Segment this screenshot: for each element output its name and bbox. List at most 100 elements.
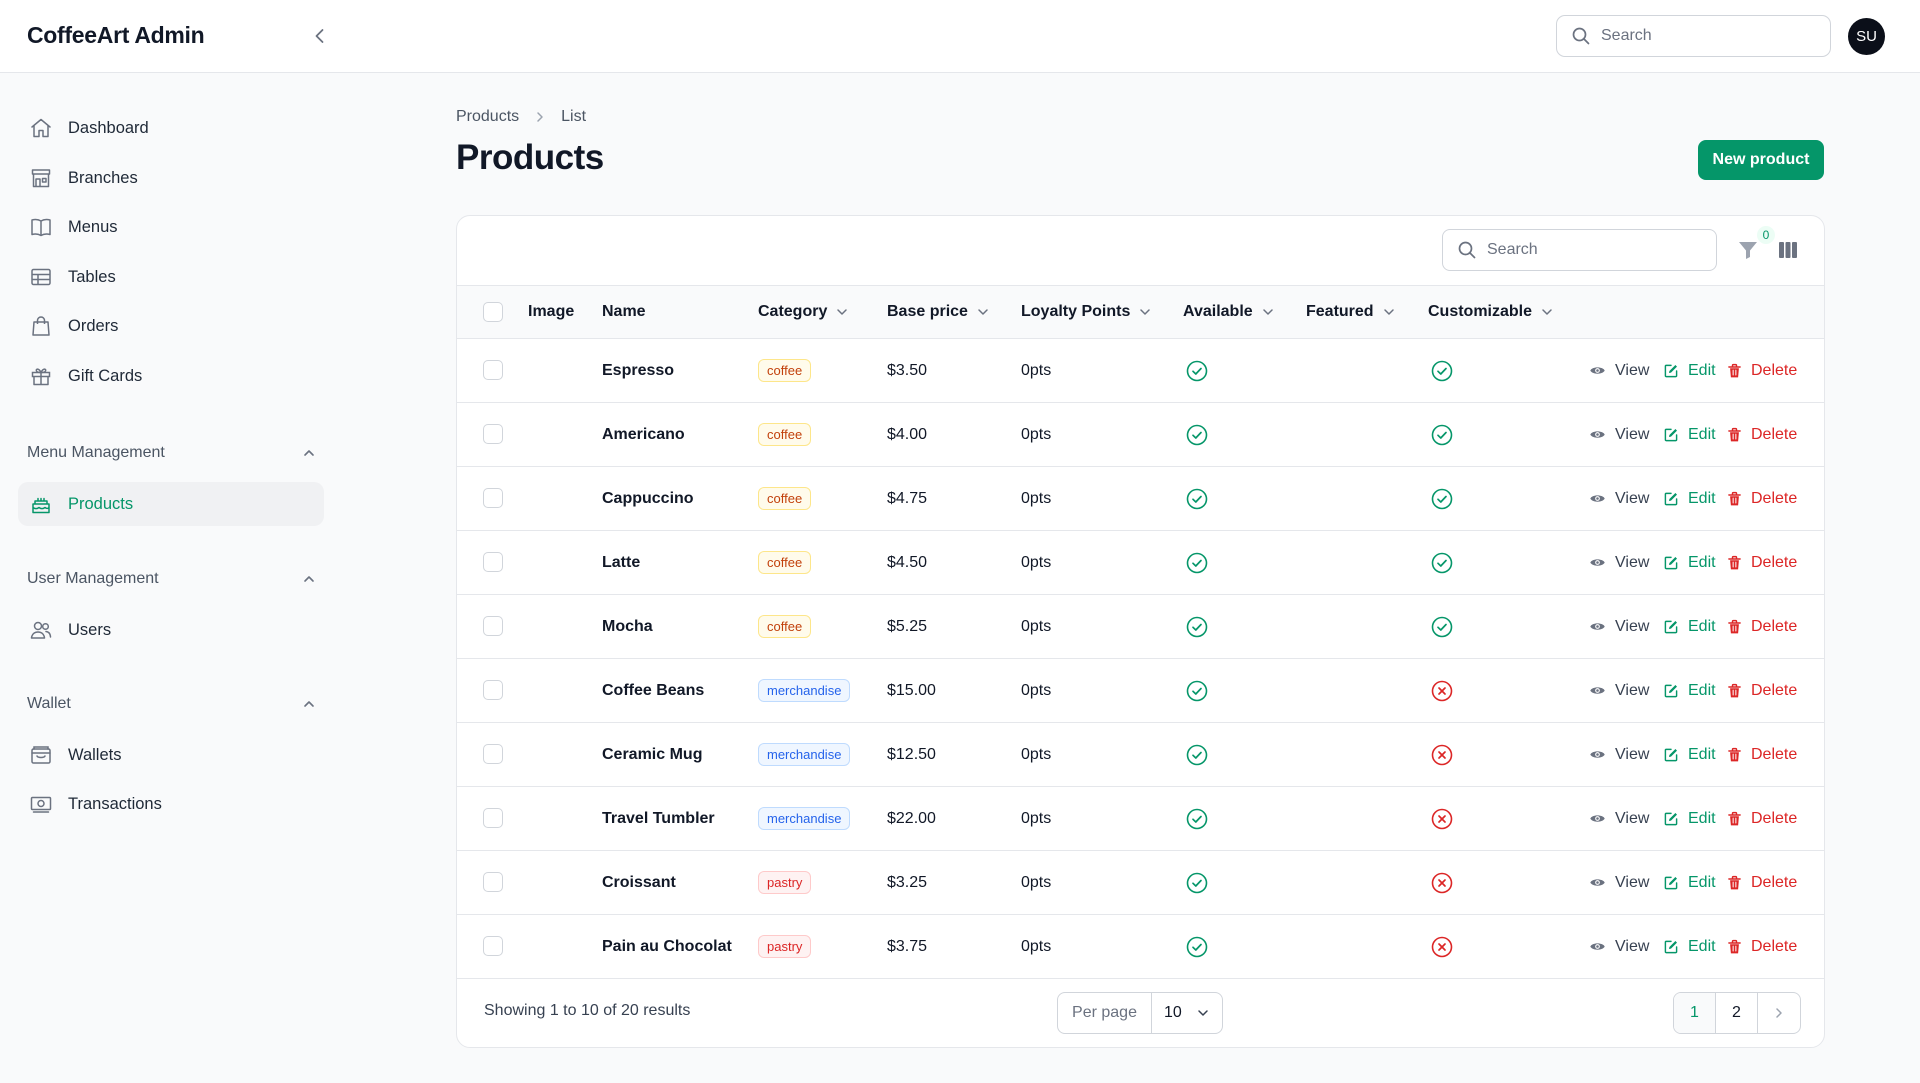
view-button[interactable]: View — [1589, 915, 1649, 978]
view-button[interactable]: View — [1589, 659, 1649, 722]
sidebar-item-menus[interactable]: Menus — [18, 205, 324, 249]
row-checkbox[interactable] — [483, 552, 503, 572]
row-checkbox[interactable] — [483, 872, 503, 892]
delete-button[interactable]: Delete — [1727, 915, 1797, 978]
delete-button[interactable]: Delete — [1727, 787, 1797, 850]
new-product-button[interactable]: New product — [1698, 140, 1824, 180]
row-checkbox[interactable] — [483, 936, 503, 956]
column-header-category[interactable]: Category — [758, 286, 849, 338]
category-badge: pastry — [758, 871, 812, 894]
row-checkbox[interactable] — [483, 360, 503, 380]
row-checkbox[interactable] — [483, 680, 503, 700]
view-button[interactable]: View — [1589, 403, 1649, 466]
collapse-sidebar-button[interactable] — [308, 24, 332, 48]
toggle-columns-button[interactable] — [1776, 238, 1800, 262]
row-checkbox[interactable] — [483, 424, 503, 444]
edit-button[interactable]: Edit — [1663, 851, 1716, 914]
edit-button[interactable]: Edit — [1663, 467, 1716, 530]
page-2-button[interactable]: 2 — [1716, 993, 1758, 1033]
trash-icon — [1727, 747, 1747, 763]
table-row[interactable]: Latte coffee $4.50 0pts View Edit Delete — [457, 531, 1824, 595]
row-checkbox[interactable] — [483, 808, 503, 828]
edit-label: Edit — [1688, 809, 1716, 827]
trash-icon — [1727, 939, 1747, 955]
next-page-button[interactable] — [1758, 993, 1800, 1033]
column-header-available[interactable]: Available — [1183, 286, 1275, 338]
view-label: View — [1615, 873, 1650, 891]
row-checkbox[interactable] — [483, 616, 503, 636]
edit-button[interactable]: Edit — [1663, 403, 1716, 466]
page-1-button[interactable]: 1 — [1674, 993, 1716, 1033]
column-header-loyalty-points[interactable]: Loyalty Points — [1021, 286, 1152, 338]
delete-button[interactable]: Delete — [1727, 339, 1797, 402]
edit-button[interactable]: Edit — [1663, 723, 1716, 786]
delete-button[interactable]: Delete — [1727, 851, 1797, 914]
column-header-customizable[interactable]: Customizable — [1428, 286, 1554, 338]
view-button[interactable]: View — [1589, 531, 1649, 594]
edit-button[interactable]: Edit — [1663, 915, 1716, 978]
user-avatar[interactable]: SU — [1848, 18, 1885, 55]
table-row[interactable]: Espresso coffee $3.50 0pts View Edit Delete — [457, 339, 1824, 403]
group-user-management[interactable]: User Management — [27, 570, 317, 588]
table-row[interactable]: Ceramic Mug merchandise $12.50 0pts View Edit… — [457, 723, 1824, 787]
table-row[interactable]: Cappuccino coffee $4.75 0pts View Edit Delete — [457, 467, 1824, 531]
per-page-value: 10 — [1164, 1004, 1182, 1021]
sidebar-item-users[interactable]: Users — [18, 608, 324, 652]
view-button[interactable]: View — [1589, 467, 1649, 530]
delete-button[interactable]: Delete — [1727, 467, 1797, 530]
global-search-input[interactable] — [1601, 27, 1821, 45]
per-page-dropdown[interactable]: 10 — [1152, 1004, 1222, 1022]
delete-label: Delete — [1751, 489, 1798, 507]
column-label: Image — [528, 303, 575, 320]
select-all-checkbox[interactable] — [483, 302, 503, 322]
global-search[interactable] — [1556, 15, 1831, 57]
table-search[interactable] — [1442, 229, 1717, 271]
sidebar-item-transactions[interactable]: Transactions — [18, 782, 324, 826]
edit-button[interactable]: Edit — [1663, 659, 1716, 722]
per-page-select[interactable]: Per page 10 — [1057, 992, 1223, 1034]
gift-icon — [28, 363, 54, 389]
view-button[interactable]: View — [1589, 595, 1649, 658]
delete-button[interactable]: Delete — [1727, 531, 1797, 594]
sidebar-item-orders[interactable]: Orders — [18, 304, 324, 348]
table-row[interactable]: Travel Tumbler merchandise $22.00 0pts View E… — [457, 787, 1824, 851]
view-button[interactable]: View — [1589, 339, 1649, 402]
column-header-featured[interactable]: Featured — [1306, 286, 1396, 338]
edit-button[interactable]: Edit — [1663, 595, 1716, 658]
table-row[interactable]: Mocha coffee $5.25 0pts View Edit Delete — [457, 595, 1824, 659]
delete-button[interactable]: Delete — [1727, 403, 1797, 466]
row-checkbox[interactable] — [483, 488, 503, 508]
table-row[interactable]: Americano coffee $4.00 0pts View Edit Delete — [457, 403, 1824, 467]
sidebar-item-branches[interactable]: Branches — [18, 156, 324, 200]
filter-button[interactable] — [1736, 238, 1760, 262]
customizable-check-icon — [1430, 403, 1454, 466]
view-button[interactable]: View — [1589, 723, 1649, 786]
not-customizable-x-icon — [1430, 915, 1454, 978]
base-price: $12.50 — [887, 745, 936, 763]
view-button[interactable]: View — [1589, 787, 1649, 850]
sidebar-item-wallets[interactable]: Wallets — [18, 733, 324, 777]
table-row[interactable]: Croissant pastry $3.25 0pts View Edit Delete — [457, 851, 1824, 915]
column-label: Category — [758, 303, 828, 320]
sidebar-item-dashboard[interactable]: Dashboard — [18, 106, 324, 150]
loyalty-points: 0pts — [1021, 681, 1052, 699]
delete-button[interactable]: Delete — [1727, 723, 1797, 786]
delete-button[interactable]: Delete — [1727, 659, 1797, 722]
edit-button[interactable]: Edit — [1663, 787, 1716, 850]
group-wallet[interactable]: Wallet — [27, 695, 317, 713]
table-row[interactable]: Pain au Chocolat pastry $3.75 0pts View Edit D… — [457, 915, 1824, 979]
table-row[interactable]: Coffee Beans merchandise $15.00 0pts View Edi… — [457, 659, 1824, 723]
brand-title[interactable]: CoffeeArt Admin — [27, 22, 205, 49]
column-header-base-price[interactable]: Base price — [887, 286, 990, 338]
sidebar-item-products[interactable]: Products — [18, 482, 324, 526]
sidebar-item-tables[interactable]: Tables — [18, 255, 324, 299]
group-menu-management[interactable]: Menu Management — [27, 444, 317, 462]
sidebar-item-gift-cards[interactable]: Gift Cards — [18, 354, 324, 398]
table-search-input[interactable] — [1487, 241, 1707, 259]
view-button[interactable]: View — [1589, 851, 1649, 914]
breadcrumb-products-link[interactable]: Products — [456, 108, 519, 126]
edit-button[interactable]: Edit — [1663, 339, 1716, 402]
edit-button[interactable]: Edit — [1663, 531, 1716, 594]
row-checkbox[interactable] — [483, 744, 503, 764]
delete-button[interactable]: Delete — [1727, 595, 1797, 658]
